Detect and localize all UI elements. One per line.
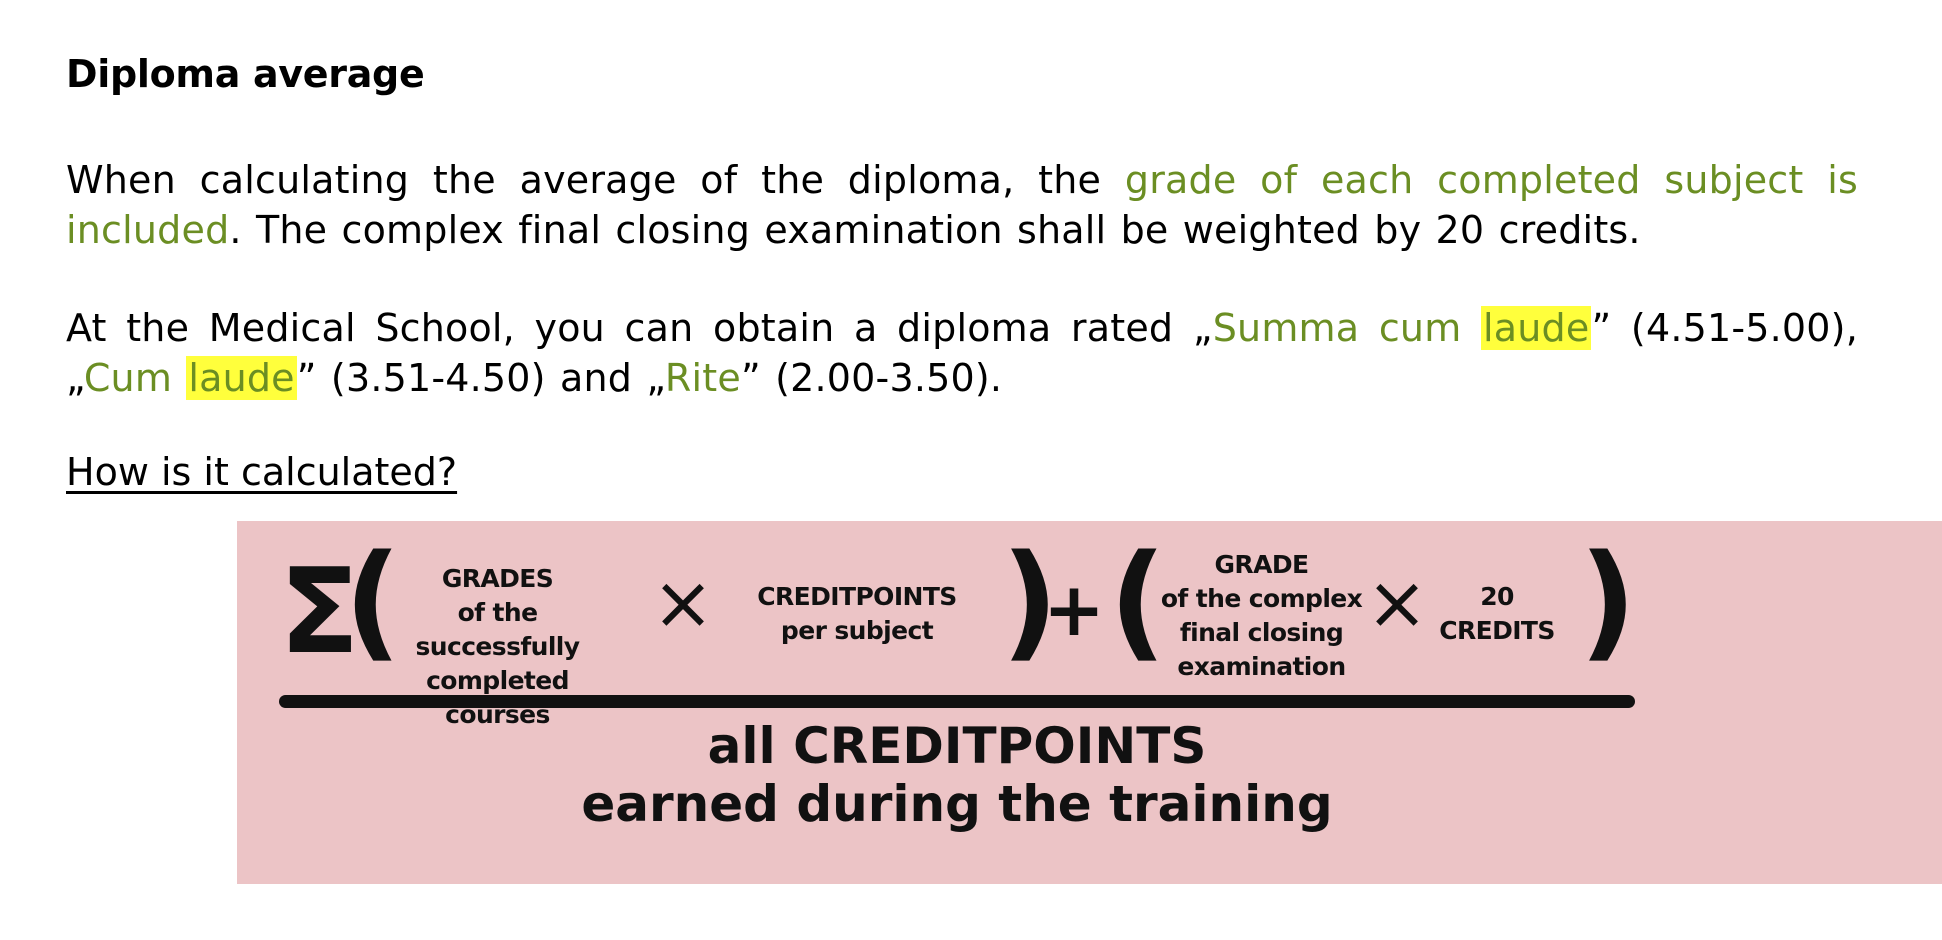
- term-20-credits: 20 CREDITS: [1432, 580, 1562, 648]
- denominator: all CREDITPOINTS earned during the train…: [537, 717, 1377, 833]
- term-final-exam-line-2: of the complex: [1160, 584, 1363, 613]
- paragraph-ratings: At the Medical School, you can obtain a …: [66, 303, 1858, 403]
- fraction-bar: [279, 695, 1635, 708]
- rating-summa-laude-highlight: laude: [1481, 306, 1592, 350]
- page-title: Diploma average: [66, 52, 425, 96]
- term-creditpoints-line-2: per subject: [780, 616, 934, 645]
- term-final-exam-line-1: GRADE: [1214, 550, 1310, 579]
- rating-cum: Cum: [83, 356, 187, 400]
- rating-cum-laude-highlight: laude: [186, 356, 297, 400]
- section-subheading: How is it calculated?: [66, 450, 458, 494]
- term-grades-line-2: of the successfully: [415, 598, 581, 661]
- term-final-exam-grade: GRADE of the complex final closing exami…: [1149, 548, 1374, 684]
- p2-text-1: At the Medical School, you can obtain a …: [66, 306, 1213, 350]
- term-grades-line-1: GRADES: [441, 564, 554, 593]
- multiply-sign-2: ×: [1366, 560, 1429, 646]
- term-creditpoints-line-1: CREDITPOINTS: [757, 582, 957, 611]
- denominator-line-2: earned during the training: [581, 775, 1333, 833]
- term-final-exam-line-3: final closing: [1179, 618, 1344, 647]
- paragraph-weighting: When calculating the average of the dipl…: [66, 155, 1858, 255]
- p2-text-3: ” (3.51-4.50) and „: [296, 356, 665, 400]
- term-final-exam-line-4: examination: [1177, 652, 1346, 681]
- denominator-line-1: all CREDITPOINTS: [707, 717, 1207, 775]
- formula-panel: Σ ( GRADES of the successfully completed…: [237, 521, 1942, 884]
- rating-rite: Rite: [664, 356, 741, 400]
- term-creditpoints: CREDITPOINTS per subject: [742, 580, 972, 648]
- p1-text-end: . The complex final closing examination …: [229, 208, 1641, 252]
- plus-sign: +: [1043, 567, 1106, 653]
- term-20-credits-line-1: 20: [1480, 582, 1514, 611]
- close-paren-2: ): [1579, 527, 1637, 674]
- rating-summa: Summa cum: [1212, 306, 1482, 350]
- p1-text-start: When calculating the average of the dipl…: [66, 158, 1125, 202]
- p2-text-4: ” (2.00-3.50).: [740, 356, 1003, 400]
- multiply-sign-1: ×: [652, 560, 715, 646]
- term-20-credits-line-2: CREDITS: [1439, 616, 1555, 645]
